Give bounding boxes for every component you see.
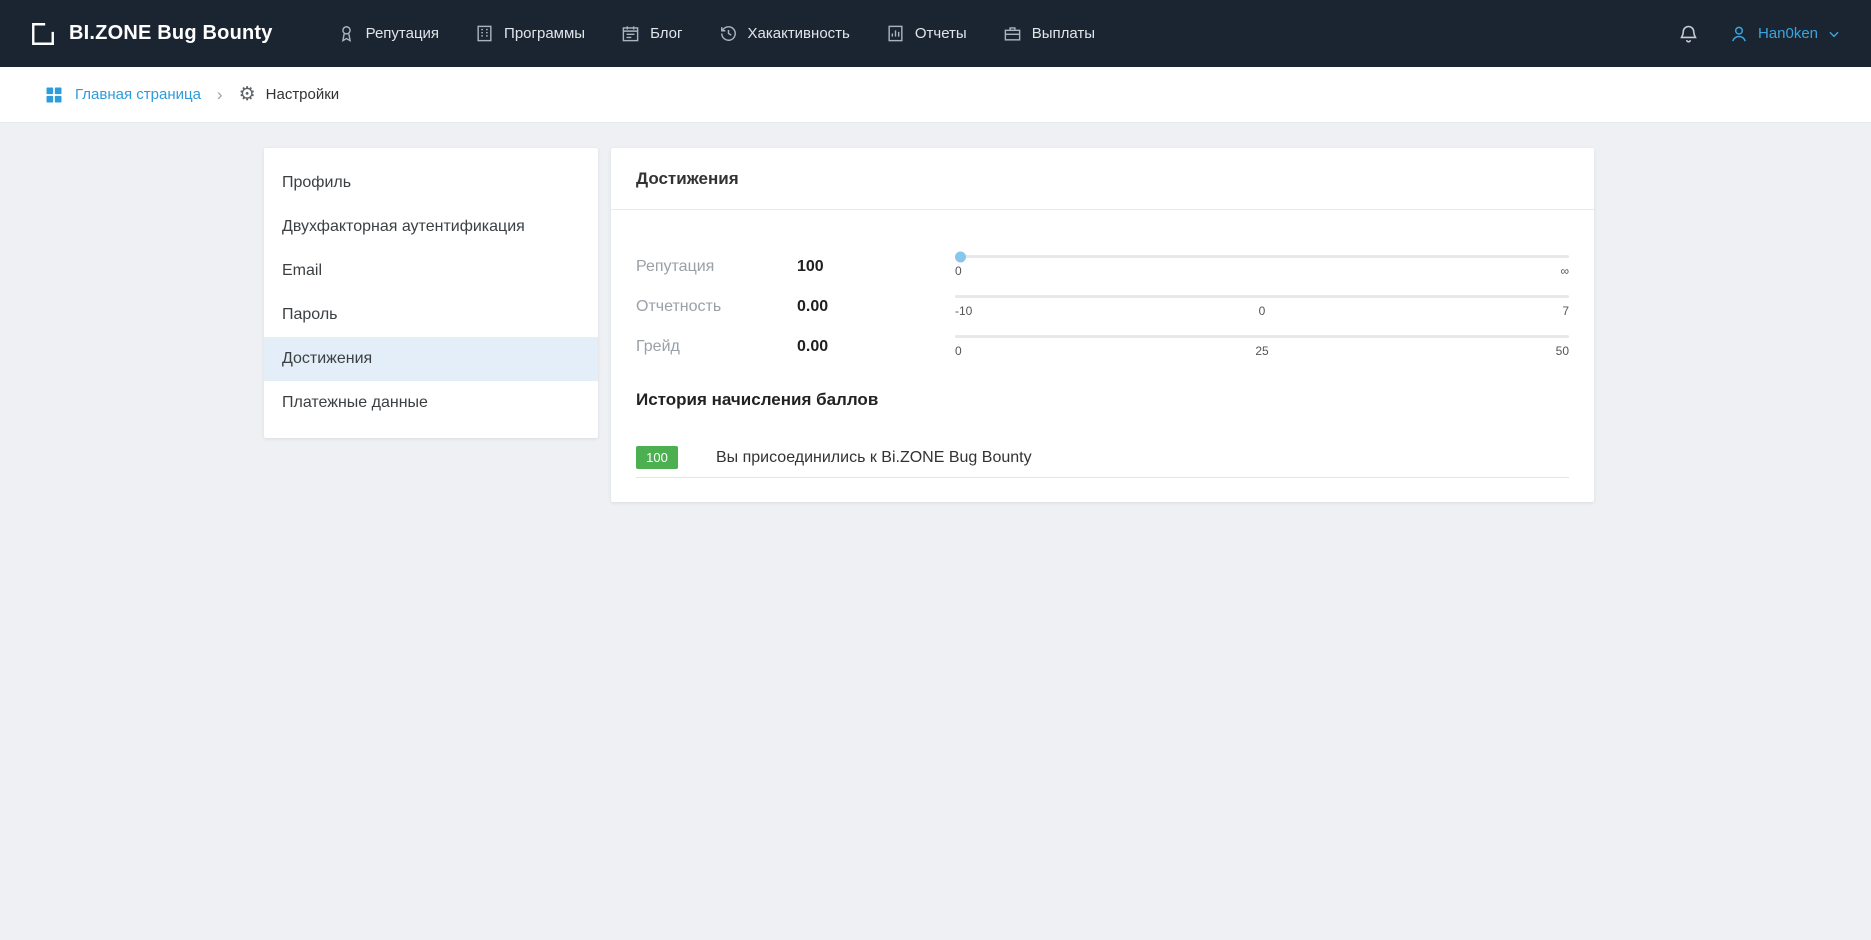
metric-scale: 0 ∞: [955, 255, 1569, 278]
sidebar-item-password[interactable]: Пароль: [264, 293, 598, 337]
settings-gear-icon: ⚙: [239, 85, 256, 104]
notifications-bell-icon[interactable]: [1678, 23, 1699, 44]
sidebar-item-payment-details[interactable]: Платежные данные: [264, 381, 598, 425]
slider-track: [955, 295, 1569, 298]
history-row: 100 Вы присоединились к Bi.ZONE Bug Boun…: [636, 438, 1569, 478]
nav-label: Блог: [650, 25, 682, 42]
metric-value: 0.00: [797, 298, 955, 316]
tick-min: -10: [955, 304, 972, 318]
breadcrumb-current-label: Настройки: [266, 86, 340, 103]
nav-label: Хакактивность: [748, 25, 850, 42]
metric-value: 100: [797, 258, 955, 276]
breadcrumb-home-label: Главная страница: [75, 86, 201, 103]
brand-title: BI.ZONE Bug Bounty: [69, 22, 273, 45]
activity-icon: [719, 24, 738, 43]
nav-label: Репутация: [366, 25, 439, 42]
nav-label: Выплаты: [1032, 25, 1095, 42]
tick-max: ∞: [1560, 264, 1569, 278]
sidebar-item-two-factor[interactable]: Двухфакторная аутентификация: [264, 205, 598, 249]
blog-icon: [621, 24, 640, 43]
user-menu[interactable]: Han0ken: [1729, 24, 1841, 44]
slider-track: [955, 335, 1569, 338]
tick-min: 0: [955, 344, 962, 358]
panel-title: Достижения: [611, 148, 1594, 210]
history-list: 100 Вы присоединились к Bi.ZONE Bug Boun…: [636, 438, 1569, 478]
chevron-down-icon: [1827, 27, 1841, 41]
tick-min: 0: [955, 264, 962, 278]
breadcrumb-separator-icon: ›: [217, 86, 223, 103]
slider-track: [955, 255, 1569, 258]
nav-label: Отчеты: [915, 25, 967, 42]
brand-logo[interactable]: BI.ZONE Bug Bounty: [30, 21, 273, 47]
metric-row-reputation: Репутация 100 0 ∞: [636, 255, 1569, 278]
slider-ticks: -10 0 7: [955, 304, 1569, 318]
topbar-right: Han0ken: [1678, 23, 1841, 44]
nav-item-reports[interactable]: Отчеты: [886, 24, 967, 43]
metric-label: Грейд: [636, 338, 797, 356]
payouts-icon: [1003, 24, 1022, 43]
metric-row-reporting: Отчетность 0.00 -10 0 7: [636, 295, 1569, 318]
slider-ticks: 0 25 50: [955, 344, 1569, 358]
user-icon: [1729, 24, 1749, 44]
points-badge: 100: [636, 446, 678, 469]
metric-label: Отчетность: [636, 298, 797, 316]
page-content: Профиль Двухфакторная аутентификация Ema…: [264, 148, 1871, 502]
metric-scale: -10 0 7: [955, 295, 1569, 318]
main-nav: Репутация Программы Блог: [337, 24, 1095, 43]
settings-sidebar: Профиль Двухфакторная аутентификация Ema…: [264, 148, 598, 438]
metric-value: 0.00: [797, 338, 955, 356]
tick-mid: 0: [1259, 304, 1266, 318]
tick-max: 50: [1556, 344, 1569, 358]
home-grid-icon: [44, 85, 64, 105]
nav-item-reputation[interactable]: Репутация: [337, 24, 439, 43]
top-navigation-bar: BI.ZONE Bug Bounty Репутация Программы: [0, 0, 1871, 67]
sidebar-item-achievements[interactable]: Достижения: [264, 337, 598, 381]
breadcrumb-home-link[interactable]: Главная страница: [44, 85, 201, 105]
bizone-logo-icon: [30, 21, 56, 47]
breadcrumb: Главная страница › ⚙ Настройки: [0, 67, 1871, 123]
nav-label: Программы: [504, 25, 585, 42]
nav-item-hackactivity[interactable]: Хакактивность: [719, 24, 850, 43]
history-section-title: История начисления баллов: [636, 390, 1569, 410]
panel-body: Репутация 100 0 ∞ Отчетность 0.00: [611, 210, 1594, 478]
nav-item-blog[interactable]: Блог: [621, 24, 682, 43]
reputation-icon: [337, 24, 356, 43]
sidebar-item-email[interactable]: Email: [264, 249, 598, 293]
sidebar-item-profile[interactable]: Профиль: [264, 161, 598, 205]
metric-row-grade: Грейд 0.00 0 25 50: [636, 335, 1569, 358]
history-text: Вы присоединились к Bi.ZONE Bug Bounty: [716, 449, 1032, 467]
slider-ticks: 0 ∞: [955, 264, 1569, 278]
reports-icon: [886, 24, 905, 43]
nav-item-payouts[interactable]: Выплаты: [1003, 24, 1095, 43]
metric-scale: 0 25 50: [955, 335, 1569, 358]
breadcrumb-current: ⚙ Настройки: [239, 85, 340, 104]
programs-icon: [475, 24, 494, 43]
achievements-panel: Достижения Репутация 100 0 ∞: [611, 148, 1594, 502]
tick-mid: 25: [1255, 344, 1268, 358]
tick-max: 7: [1562, 304, 1569, 318]
nav-item-programs[interactable]: Программы: [475, 24, 585, 43]
metric-label: Репутация: [636, 258, 797, 276]
user-name: Han0ken: [1758, 25, 1818, 42]
slider-thumb: [955, 251, 966, 262]
